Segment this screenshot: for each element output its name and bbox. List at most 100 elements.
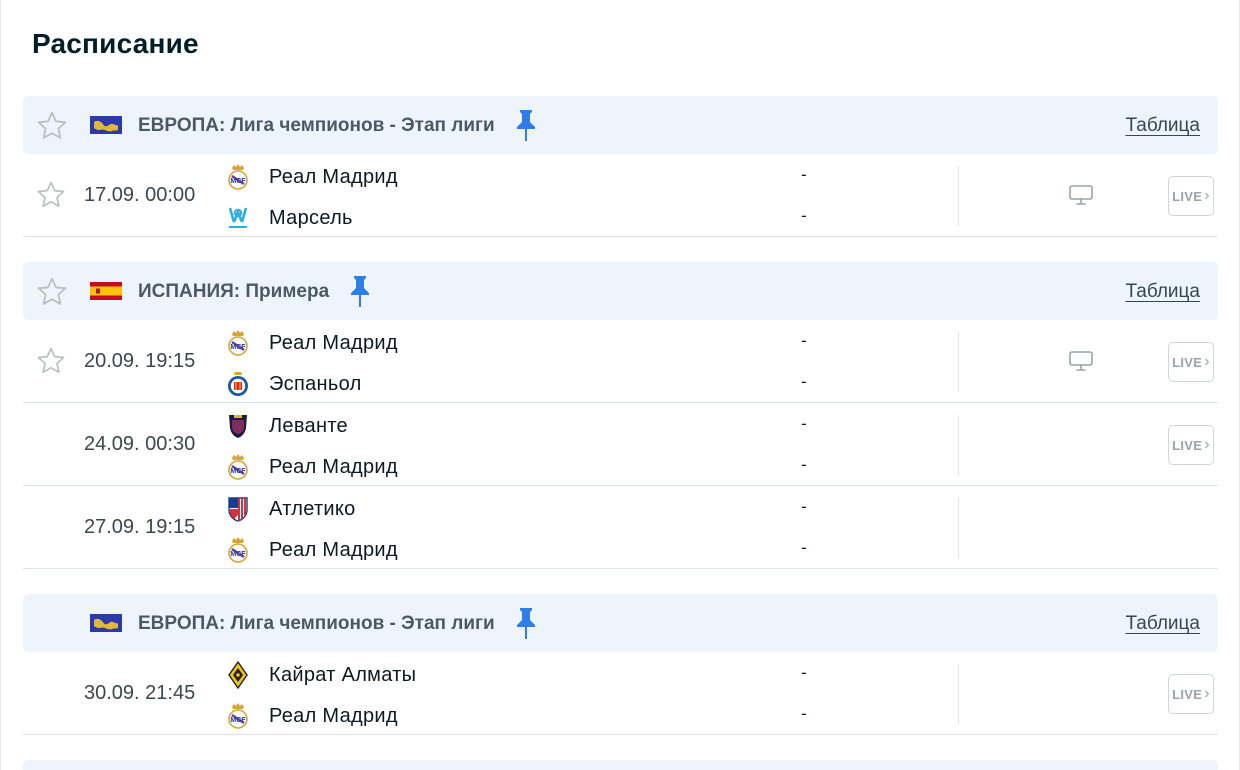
live-button[interactable]: LIVE ›	[1168, 425, 1214, 465]
away-score: -	[801, 206, 807, 225]
svg-text:MCF: MCF	[230, 551, 246, 558]
away-team: MCF Реал Мадрид	[226, 452, 766, 482]
live-label: LIVE	[1172, 686, 1203, 702]
pin-icon[interactable]	[515, 108, 537, 142]
home-team-name: Реал Мадрид	[269, 166, 398, 188]
favorite-league-star-icon[interactable]	[35, 275, 69, 309]
match-row[interactable]: 20.09. 19:15 MCF Реал Мадрид Эспаньол - - LIVE…	[23, 320, 1218, 403]
away-score: -	[801, 372, 807, 391]
page-left-border	[0, 0, 1, 770]
column-divider	[958, 498, 959, 558]
league-header: ЕВРОПА: Лига чемпионов - Этап лиги Таблиц…	[23, 594, 1218, 652]
home-score: -	[801, 414, 807, 433]
league-name[interactable]: ИСПАНИЯ: Примера	[138, 281, 329, 303]
away-team: Эспаньол	[226, 369, 766, 399]
away-team: Марсель	[226, 203, 766, 233]
atletico-logo-icon	[226, 495, 250, 523]
real-madrid-logo-icon: MCF	[226, 536, 250, 564]
real-madrid-logo-icon: MCF	[226, 329, 250, 357]
league-header: ЕВРОПА: Лига чемпионов - Этап лиги Таблиц…	[23, 96, 1218, 154]
league-section: ИСПАНИЯ: Примера Таблица 20.09. 19:15 MCF Ре…	[23, 262, 1218, 569]
match-row[interactable]: 24.09. 00:30 Леванте MCF Реал Мадрид - - LIVE ›	[23, 403, 1218, 486]
column-divider	[958, 166, 959, 226]
away-score: -	[801, 538, 807, 557]
league-section: ЕВРОПА: Лига чемпионов - Этап лиги Таблиц…	[23, 96, 1218, 237]
standings-table-link[interactable]: Таблица	[1126, 613, 1201, 635]
home-score: -	[801, 497, 807, 516]
league-name[interactable]: ЕВРОПА: Лига чемпионов - Этап лиги	[138, 115, 495, 137]
home-team: Кайрат Алматы	[226, 660, 766, 690]
home-team-name: Реал Мадрид	[269, 332, 398, 354]
match-time: 27.09. 19:15	[84, 516, 196, 538]
home-team: Атлетико	[226, 494, 766, 524]
match-time: 30.09. 21:45	[84, 682, 196, 704]
away-score: -	[801, 455, 807, 474]
column-divider	[958, 415, 959, 475]
live-button[interactable]: LIVE ›	[1168, 342, 1214, 382]
page-title: Расписание	[32, 28, 199, 59]
levante-logo-icon	[226, 412, 250, 440]
kairat-logo-icon	[226, 660, 250, 690]
match-row[interactable]: 30.09. 21:45 Кайрат Алматы MCF Реал Мадрид -…	[23, 652, 1218, 735]
live-label: LIVE	[1172, 354, 1203, 370]
svg-text:MCF: MCF	[230, 468, 246, 475]
tv-icon[interactable]	[1068, 350, 1094, 372]
home-team: MCF Реал Мадрид	[226, 162, 766, 192]
live-label: LIVE	[1172, 437, 1203, 453]
home-team-name: Кайрат Алматы	[269, 664, 417, 686]
league-header: ИСПАНИЯ: Примера Таблица	[23, 262, 1218, 320]
match-time: 17.09. 00:00	[84, 184, 196, 206]
svg-text:MCF: MCF	[230, 344, 246, 351]
live-label: LIVE	[1172, 188, 1203, 204]
away-score: -	[801, 704, 807, 723]
real-madrid-logo-icon: MCF	[226, 453, 250, 481]
chevron-right-icon: ›	[1204, 436, 1210, 453]
away-team-name: Реал Мадрид	[269, 456, 398, 478]
schedule-list: ЕВРОПА: Лига чемпионов - Этап лиги Таблиц…	[23, 96, 1218, 770]
away-team-name: Реал Мадрид	[269, 539, 398, 561]
match-time: 20.09. 19:15	[84, 350, 196, 372]
column-divider	[958, 664, 959, 724]
europe-flag-icon	[90, 614, 122, 632]
europe-flag-icon	[90, 116, 122, 134]
chevron-right-icon: ›	[1204, 353, 1210, 370]
away-team: MCF Реал Мадрид	[226, 701, 766, 731]
away-team: MCF Реал Мадрид	[226, 535, 766, 565]
away-team-name: Эспаньол	[269, 373, 362, 395]
marseille-logo-icon	[226, 204, 250, 232]
live-button[interactable]: LIVE ›	[1168, 674, 1214, 714]
match-row[interactable]: 27.09. 19:15 Атлетико MCF Реал Мадрид - -	[23, 486, 1218, 569]
spain-flag-icon	[90, 282, 122, 300]
column-divider	[958, 332, 959, 392]
home-team: Леванте	[226, 411, 766, 441]
standings-table-link[interactable]: Таблица	[1126, 115, 1201, 137]
home-team-name: Атлетико	[269, 498, 356, 520]
favorite-league-star-icon[interactable]	[35, 109, 69, 143]
home-team: MCF Реал Мадрид	[226, 328, 766, 358]
match-row[interactable]: 17.09. 00:00 MCF Реал Мадрид Марсель - - LIVE ›	[23, 154, 1218, 237]
espanyol-logo-icon	[226, 370, 250, 398]
svg-text:MCF: MCF	[230, 178, 246, 185]
tv-icon[interactable]	[1068, 184, 1094, 206]
match-time: 24.09. 00:30	[84, 433, 196, 455]
chevron-right-icon: ›	[1204, 187, 1210, 204]
away-team-name: Реал Мадрид	[269, 705, 398, 727]
home-team-name: Леванте	[269, 415, 348, 437]
chevron-right-icon: ›	[1204, 685, 1210, 702]
real-madrid-logo-icon: MCF	[226, 702, 250, 730]
standings-table-link[interactable]: Таблица	[1126, 281, 1201, 303]
home-score: -	[801, 165, 807, 184]
live-button[interactable]: LIVE ›	[1168, 176, 1214, 216]
league-name[interactable]: ЕВРОПА: Лига чемпионов - Этап лиги	[138, 613, 495, 635]
favorite-match-star-icon[interactable]	[35, 179, 67, 211]
svg-text:MCF: MCF	[230, 717, 246, 724]
real-madrid-logo-icon: MCF	[226, 163, 250, 191]
pin-icon[interactable]	[349, 274, 371, 308]
pin-icon[interactable]	[515, 606, 537, 640]
league-section: ЕВРОПА: Лига чемпионов - Этап лиги Таблиц…	[23, 594, 1218, 735]
away-team-name: Марсель	[269, 207, 353, 229]
favorite-match-star-icon[interactable]	[35, 345, 67, 377]
